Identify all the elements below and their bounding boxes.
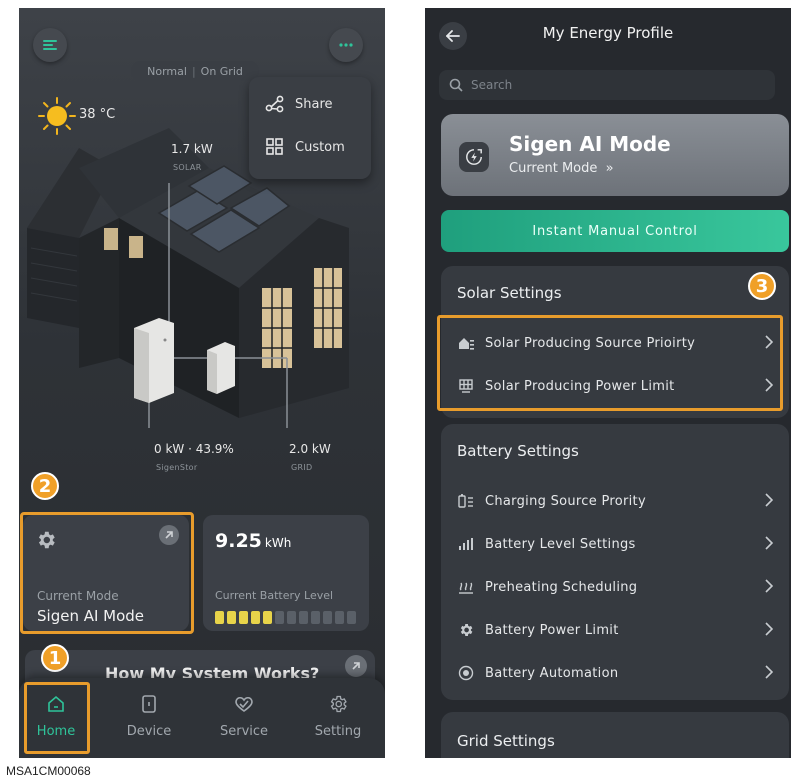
battery-segment xyxy=(311,611,320,624)
share-icon xyxy=(265,95,284,113)
highlight-box-mode xyxy=(20,512,194,634)
home-screen: Normal | On Grid 38 °C 1.7 kW SOLAR 0 kW… xyxy=(19,8,385,758)
chevron-right-icon xyxy=(765,493,773,507)
tab-setting-label: Setting xyxy=(314,724,362,739)
mode-title: Sigen AI Mode xyxy=(509,132,671,156)
double-chevron-icon: » xyxy=(605,161,614,176)
battery-segment xyxy=(323,611,332,624)
charging-source-priority-item[interactable]: Charging Source Prority xyxy=(457,480,773,522)
battery-segment xyxy=(347,611,356,624)
grid-label: GRID xyxy=(291,463,313,472)
expand-arrow-icon[interactable] xyxy=(345,655,367,677)
battery-power-value: 0 kW · 43.9% xyxy=(154,442,234,456)
battery-label: SigenStor xyxy=(156,463,198,472)
search-placeholder: Search xyxy=(471,78,513,92)
preheating-scheduling-item[interactable]: Preheating Scheduling xyxy=(457,566,773,608)
battery-segment xyxy=(299,611,308,624)
tab-setting[interactable]: Setting xyxy=(303,694,373,739)
battery-segment xyxy=(251,611,260,624)
energy-profile-screen: My Energy Profile Search Sigen AI Mode C… xyxy=(425,8,791,758)
battery-segment xyxy=(239,611,248,624)
battery-segment xyxy=(335,611,344,624)
service-icon xyxy=(235,696,253,712)
tab-service-label: Service xyxy=(219,724,269,739)
share-label: Share xyxy=(295,96,333,112)
more-icon xyxy=(339,43,353,47)
battery-settings-header: Battery Settings xyxy=(457,442,579,460)
search-icon xyxy=(449,78,463,92)
battery-energy: 9.25 kWh xyxy=(215,530,292,552)
status-mode: Normal xyxy=(147,64,187,78)
grid-settings-section: Grid Settings xyxy=(441,712,789,758)
figure-caption: MSA1CM00068 xyxy=(6,764,91,778)
battery-segment xyxy=(287,611,296,624)
mode-subtitle: Current Mode » xyxy=(509,161,614,176)
mode-icon xyxy=(459,142,489,172)
tab-service[interactable]: Service xyxy=(209,694,279,739)
battery-settings-section: Battery Settings Charging Source Prority… xyxy=(441,424,789,700)
battery-segment xyxy=(215,611,224,624)
battery-segment xyxy=(263,611,272,624)
current-mode-card[interactable]: Sigen AI Mode Current Mode » xyxy=(441,114,789,196)
custom-grid-icon xyxy=(266,138,283,155)
gear-icon xyxy=(330,695,347,713)
battery-segment xyxy=(275,611,284,624)
callout-badge-1: 1 xyxy=(41,644,69,672)
battery-level-settings-item[interactable]: Battery Level Settings xyxy=(457,523,773,565)
preheating-scheduling-label: Preheating Scheduling xyxy=(485,579,638,595)
solar-label: SOLAR xyxy=(173,163,202,172)
tab-device[interactable]: Device xyxy=(114,694,184,739)
battery-level-bar xyxy=(215,611,356,624)
battery-priority-icon xyxy=(458,494,473,508)
callout-badge-3: 3 xyxy=(748,272,776,300)
menu-button[interactable] xyxy=(33,28,67,62)
page-title: My Energy Profile xyxy=(542,24,674,42)
instant-manual-control-button[interactable]: Instant Manual Control xyxy=(441,210,789,252)
search-input[interactable]: Search xyxy=(439,70,775,100)
battery-segment xyxy=(227,611,236,624)
chevron-right-icon xyxy=(765,665,773,679)
grid-settings-header: Grid Settings xyxy=(457,732,555,750)
heat-waves-icon xyxy=(459,582,473,594)
custom-label: Custom xyxy=(295,139,345,155)
gear-icon xyxy=(460,624,473,636)
solar-settings-header: Solar Settings xyxy=(457,284,562,302)
automation-icon xyxy=(458,665,474,681)
level-bars-icon xyxy=(459,538,473,550)
temperature: 38 °C xyxy=(79,107,116,122)
battery-level-settings-label: Battery Level Settings xyxy=(485,536,636,552)
chevron-right-icon xyxy=(765,622,773,636)
highlight-box-solar xyxy=(437,315,783,411)
highlight-box-home-tab xyxy=(24,682,90,754)
system-status-pill: Normal | On Grid xyxy=(131,61,259,81)
solar-power-value: 1.7 kW xyxy=(171,142,213,156)
battery-automation-item[interactable]: Battery Automation xyxy=(457,652,773,694)
more-menu: Share Custom xyxy=(249,77,371,179)
charging-source-priority-label: Charging Source Prority xyxy=(485,493,646,509)
callout-badge-2: 2 xyxy=(31,472,59,500)
battery-power-limit-label: Battery Power Limit xyxy=(485,622,619,638)
chevron-right-icon xyxy=(765,536,773,550)
grid-power-value: 2.0 kW xyxy=(289,442,331,456)
tab-device-label: Device xyxy=(126,724,172,739)
more-button[interactable] xyxy=(329,28,363,62)
chevron-right-icon xyxy=(765,579,773,593)
menu-icon xyxy=(43,40,57,50)
battery-level-label: Current Battery Level xyxy=(215,589,334,602)
menu-item-share[interactable]: Share xyxy=(265,95,333,113)
menu-item-custom[interactable]: Custom xyxy=(265,138,345,156)
status-grid: On Grid xyxy=(200,64,243,78)
battery-power-limit-item[interactable]: Battery Power Limit xyxy=(457,609,773,651)
battery-level-card[interactable]: 9.25 kWh Current Battery Level xyxy=(203,515,369,631)
battery-automation-label: Battery Automation xyxy=(485,665,619,681)
device-icon xyxy=(142,695,156,713)
